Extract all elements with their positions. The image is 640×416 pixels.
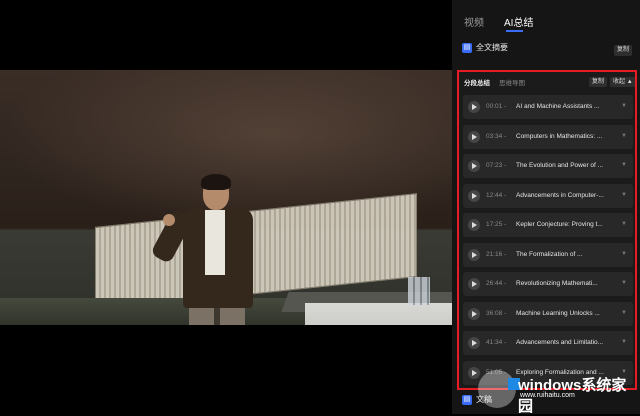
chapter-item[interactable]: 00:01 - AI and Machine Assistants ... ▼: [463, 95, 633, 119]
chapter-title: Kepler Conjecture: Proving t...: [516, 221, 603, 228]
chapter-time: 36:08 -: [486, 309, 507, 317]
segment-copy-button[interactable]: 复制: [589, 77, 608, 87]
play-icon[interactable]: [468, 130, 480, 143]
chapter-title: Revolutionizing Mathemati...: [516, 280, 598, 287]
collapse-button[interactable]: 收起 ▲: [610, 77, 635, 87]
full-summary-label: 全文摘要: [476, 43, 508, 52]
active-tab-indicator: [506, 30, 523, 32]
play-icon[interactable]: [468, 278, 480, 290]
chevron-down-icon[interactable]: ▼: [621, 133, 627, 139]
transcript-icon: ▤: [462, 395, 472, 405]
play-icon[interactable]: [468, 248, 480, 261]
segment-summary-section: 分段总结 思维导图 复制 收起 ▲ 00:01 - AI and Machine …: [457, 70, 637, 390]
chapter-item[interactable]: 36:08 - Machine Learning Unlocks ... ▼: [463, 301, 633, 326]
chapter-item[interactable]: 21:16 - The Formalization of ... ▼: [463, 242, 633, 267]
chapter-time: 26:44 -: [486, 280, 507, 287]
segment-subtabs: 分段总结 思维导图 复制 收起 ▲: [462, 75, 635, 89]
chapter-time: 12:44 -: [486, 191, 507, 199]
chevron-down-icon[interactable]: ▼: [621, 310, 627, 316]
chapter-item[interactable]: 12:44 - Advancements in Computer-... ▼: [463, 183, 633, 208]
chapter-time: 41:34 -: [486, 339, 507, 346]
chapter-title: Advancements in Computer-...: [516, 191, 604, 199]
play-icon[interactable]: [468, 337, 480, 349]
chapter-title: Advancements and Limitatio...: [516, 339, 604, 346]
subtab-mind-map[interactable]: 思维导图: [499, 77, 525, 87]
play-icon[interactable]: [468, 219, 480, 231]
chapter-item[interactable]: 03:34 - Computers in Mathematics: ... ▼: [463, 124, 633, 149]
video-speaker: [150, 170, 285, 325]
subtab-segment-summary[interactable]: 分段总结: [464, 77, 490, 87]
chevron-up-icon: ▲: [626, 79, 633, 85]
chevron-down-icon[interactable]: ▼: [621, 339, 627, 345]
chapter-time: 07:23 -: [486, 162, 507, 169]
full-summary-row: ▤ 全文摘要 复制: [462, 42, 634, 58]
tab-ai-summary[interactable]: AI总结: [504, 14, 533, 29]
play-icon[interactable]: [468, 366, 480, 379]
chevron-down-icon[interactable]: ▼: [621, 192, 627, 198]
chapter-item[interactable]: 26:44 - Revolutionizing Mathemati... ▼: [463, 272, 633, 296]
tab-video[interactable]: 视频: [464, 14, 484, 29]
watermark-url: www.ruihaitu.com: [520, 392, 575, 399]
video-player[interactable]: [0, 70, 452, 325]
chapter-title: The Formalization of ...: [516, 250, 583, 258]
summary-copy-button[interactable]: 复制: [613, 45, 632, 56]
chevron-down-icon[interactable]: ▼: [621, 103, 627, 109]
video-podium: [305, 303, 452, 325]
chapter-title: Machine Learning Unlocks ...: [516, 309, 600, 317]
chapter-title: The Evolution and Power of ...: [516, 162, 604, 169]
chapter-item[interactable]: 41:34 - Advancements and Limitatio... ▼: [463, 331, 633, 355]
chapter-item[interactable]: 17:25 - Kepler Conjecture: Proving t... ▼: [463, 213, 633, 237]
document-icon: ▤: [462, 43, 472, 53]
video-bottles: [408, 277, 430, 305]
chapter-time: 00:01 -: [486, 103, 507, 110]
chapter-title: AI and Machine Assistants ...: [516, 103, 600, 110]
chevron-down-icon[interactable]: ▼: [621, 162, 627, 168]
chapter-title: Computers in Mathematics: ...: [516, 132, 603, 140]
panel-tabs: 视频 AI总结: [452, 0, 640, 36]
chevron-down-icon[interactable]: ▼: [621, 251, 627, 257]
chapter-time: 17:25 -: [486, 221, 507, 228]
chapter-time: 21:16 -: [486, 250, 507, 258]
play-icon[interactable]: [468, 160, 480, 172]
chapter-item[interactable]: 07:23 - The Evolution and Power of ... ▼: [463, 154, 633, 178]
play-icon[interactable]: [468, 307, 480, 320]
chevron-down-icon[interactable]: ▼: [621, 221, 627, 227]
play-icon[interactable]: [468, 189, 480, 202]
chevron-down-icon[interactable]: ▼: [621, 280, 627, 286]
chapter-time: 03:34 -: [486, 132, 507, 140]
play-icon[interactable]: [468, 101, 480, 113]
